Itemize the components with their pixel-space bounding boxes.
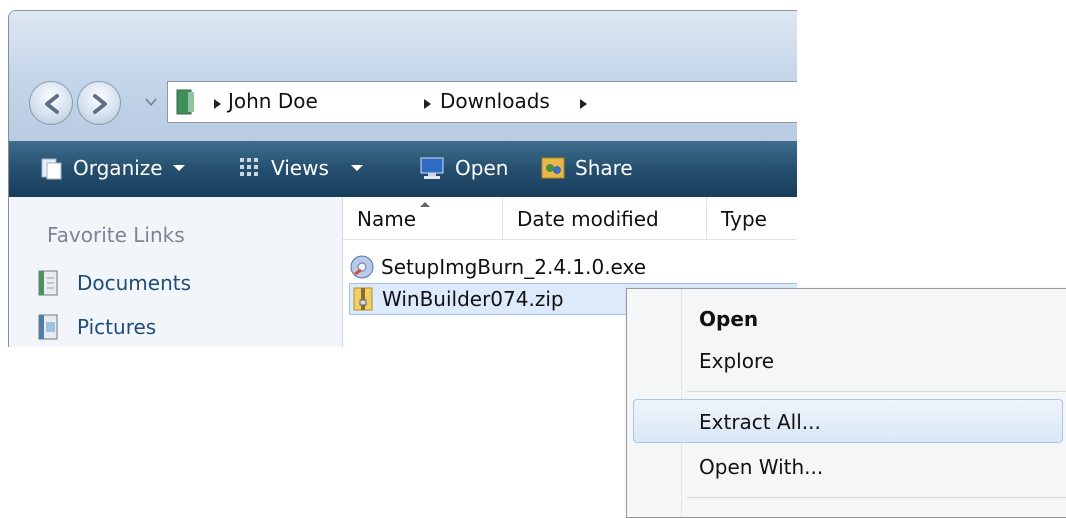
sidebar-item-label: Documents (77, 271, 192, 295)
menu-item-explore[interactable]: Explore (699, 349, 774, 373)
share-label: Share (575, 156, 633, 180)
breadcrumb-separator-icon[interactable] (214, 99, 221, 109)
menu-separator (687, 497, 1066, 498)
organize-dropdown-icon (172, 165, 185, 171)
column-header-label: Type (721, 207, 767, 231)
breadcrumb-john-doe[interactable]: John Doe (228, 89, 318, 113)
command-toolbar: Organize Views Open Share (9, 141, 797, 197)
menu-separator (687, 391, 1066, 392)
sidebar-item-documents[interactable]: Documents (37, 269, 191, 297)
sidebar-item-pictures[interactable]: Pictures (37, 313, 156, 341)
sidebar-item-label: Pictures (77, 315, 157, 339)
sort-ascending-icon (420, 202, 430, 207)
views-label: Views (271, 156, 329, 180)
zip-folder-icon (353, 287, 373, 311)
breadcrumb-separator-icon[interactable] (580, 99, 587, 109)
back-button[interactable] (29, 81, 73, 125)
menu-item-open[interactable]: Open (699, 307, 758, 331)
file-row[interactable]: SetupImgBurn_2.4.1.0.exe (349, 251, 797, 283)
pictures-icon (38, 314, 58, 340)
monitor-icon (420, 157, 444, 179)
menu-item-extract-all-highlight[interactable] (633, 399, 1063, 443)
breadcrumb-separator-icon[interactable] (424, 99, 431, 109)
file-name: SetupImgBurn_2.4.1.0.exe (381, 255, 647, 279)
column-header-label: Date modified (517, 207, 659, 231)
file-name: WinBuilder074.zip (382, 287, 564, 311)
documents-icon (38, 270, 58, 296)
column-headers: Name Date modified Type (343, 197, 797, 240)
column-header-name[interactable]: Name (343, 197, 503, 239)
share-button[interactable]: Share (539, 152, 633, 184)
views-dropdown-icon (350, 165, 363, 171)
share-icon (541, 157, 565, 179)
views-icon (240, 158, 258, 176)
favorite-links-heading: Favorite Links (47, 223, 185, 247)
open-toolbar-label: Open (455, 156, 509, 180)
context-menu: Open Explore Extract All... Open With... (626, 288, 1066, 518)
column-header-label: Name (357, 207, 417, 231)
organize-label: Organize (73, 156, 163, 180)
menu-item-extract-all[interactable]: Extract All... (699, 410, 821, 434)
address-bar[interactable]: John Doe Downloads (167, 81, 797, 123)
exe-installer-icon (350, 255, 374, 279)
folder-path-icon (176, 89, 194, 115)
forward-arrow-icon (93, 94, 107, 114)
forward-button[interactable] (77, 81, 121, 125)
menu-item-open-with[interactable]: Open With... (699, 455, 823, 479)
column-header-date-modified[interactable]: Date modified (503, 197, 707, 239)
column-header-type[interactable]: Type (707, 197, 797, 239)
organize-button[interactable]: Organize (39, 152, 185, 184)
recent-pages-dropdown-icon[interactable] (145, 97, 157, 107)
open-toolbar-button[interactable]: Open (417, 152, 508, 184)
organize-icon (41, 158, 62, 180)
back-arrow-icon (45, 94, 59, 114)
breadcrumb-downloads[interactable]: Downloads (440, 89, 550, 113)
views-button[interactable]: Views (237, 152, 363, 184)
